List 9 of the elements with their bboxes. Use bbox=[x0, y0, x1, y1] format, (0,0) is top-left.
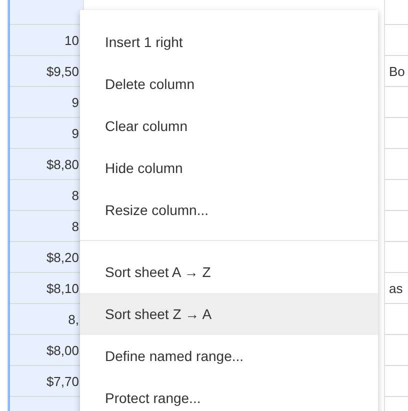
menu-item[interactable]: Hide column bbox=[80, 147, 378, 189]
menu-item[interactable]: Insert 1 right bbox=[80, 21, 378, 63]
menu-item[interactable]: Define named range... bbox=[80, 335, 378, 377]
menu-item[interactable]: Delete column bbox=[80, 63, 378, 105]
menu-item[interactable]: Protect range... bbox=[80, 377, 378, 411]
menu-item[interactable]: Clear column bbox=[80, 105, 378, 147]
menu-item[interactable]: Resize column... bbox=[80, 189, 378, 231]
menu-item[interactable]: Sort sheet A → Z bbox=[80, 251, 378, 293]
menu-item[interactable]: Sort sheet Z → A bbox=[80, 293, 378, 335]
